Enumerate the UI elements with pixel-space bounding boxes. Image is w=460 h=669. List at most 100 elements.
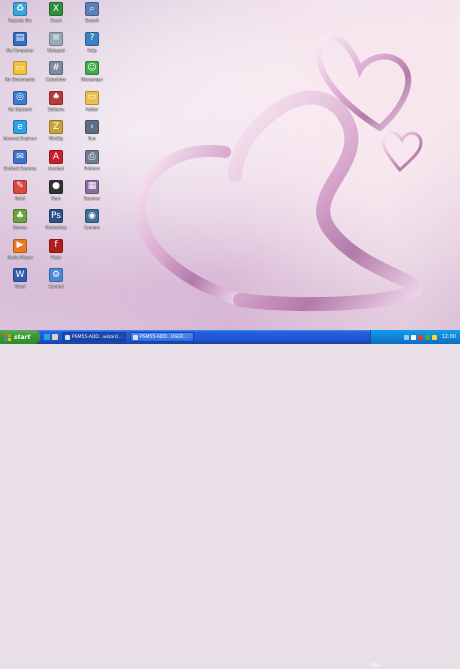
app-icon: ♻: [13, 2, 27, 16]
desktop-icon[interactable]: ✎ Paint: [0, 179, 40, 210]
desktop-icon[interactable]: ● Nero: [36, 179, 76, 210]
desktop-icon-label: Search: [85, 18, 99, 23]
desktop-icon[interactable]: ♻ Recycle Bin: [0, 2, 40, 32]
window-icon: [65, 334, 70, 340]
desktop-icon[interactable]: A Acrobat: [36, 150, 76, 180]
desktop-icon[interactable]: f Flash: [36, 238, 76, 269]
start-label: start: [14, 333, 31, 341]
desktop-icon[interactable]: ? Help: [72, 31, 112, 62]
desktop-icon[interactable]: ♣ Games: [0, 209, 40, 239]
desktop-icon-label: Word: [14, 284, 26, 290]
desktop-icon-label: Help: [87, 47, 97, 53]
app-icon: ⌕: [85, 2, 99, 16]
window-icon: [133, 334, 138, 340]
app-icon: X: [49, 2, 63, 16]
clock[interactable]: 12:00: [442, 334, 456, 340]
desktop-icon-label: Calculator: [45, 77, 67, 83]
desktop-icon-label: Folder: [85, 106, 99, 112]
desktop-icon-label: Media Player: [7, 254, 33, 260]
taskbar-window-button[interactable]: PSM55-ADD...USER...: [130, 332, 194, 342]
desktop-icon-label: WinZip: [49, 136, 63, 142]
system-tray: 12:00: [370, 330, 460, 344]
antivirus-tray-icon[interactable]: [417, 334, 423, 340]
app-icon: ?: [85, 31, 99, 46]
show-desktop-quicklaunch-icon[interactable]: [52, 334, 58, 340]
start-button[interactable]: start: [0, 330, 40, 344]
app-icon: ▭: [13, 61, 27, 76]
desktop-icon-label: Outlook Express: [3, 166, 37, 171]
desktop-icon-label: Control: [48, 284, 64, 290]
desktop-icon-label: Acrobat: [48, 166, 64, 171]
desktop-icon-label: Messenger: [81, 77, 103, 83]
desktop-icon[interactable]: ▶ Media Player: [0, 238, 40, 269]
desktop-icon[interactable]: ◉ Camera: [72, 209, 112, 239]
app-icon: ♣: [13, 209, 27, 224]
app-icon: ▦: [85, 179, 99, 194]
taskbar-window-label: PSM55-ADD...wizard...: [72, 334, 122, 340]
desktop-icon-label: Recycle Bin: [8, 18, 32, 23]
app-icon: A: [49, 150, 63, 164]
desktop-icon-label: Excel: [50, 18, 62, 23]
desktop-icon-label: Nero: [51, 195, 61, 201]
desktop-icon[interactable]: Z WinZip: [36, 120, 76, 150]
app-icon: ≡: [49, 31, 63, 46]
desktop-icon-label: Internet Explorer: [3, 136, 37, 142]
desktop-icon-label: Run: [88, 136, 96, 142]
desktop-icon[interactable]: Ps Photoshop: [36, 209, 76, 239]
messenger-tray-icon[interactable]: [424, 334, 430, 340]
app-icon: Z: [49, 120, 63, 135]
ie-quicklaunch-icon[interactable]: [44, 334, 50, 340]
app-icon: ☺: [85, 61, 99, 76]
volume-tray-icon[interactable]: [410, 334, 416, 340]
desktop-icon[interactable]: ▤ My Computer: [0, 31, 40, 62]
app-icon: ◎: [13, 90, 27, 105]
desktop-icon[interactable]: › Run: [72, 120, 112, 150]
desktop-icon-label: Photoshop: [45, 225, 67, 231]
desktop-icon-label: Scanner: [83, 195, 101, 201]
language-indicator[interactable]: EN: [372, 663, 379, 669]
desktop-icon-label: Paint: [15, 195, 25, 201]
desktop-icon[interactable]: e Internet Explorer: [0, 120, 40, 150]
app-icon: ⎙: [85, 150, 99, 164]
big-heart-left-tube: [133, 144, 246, 306]
small-heart-tube: [381, 130, 423, 172]
app-icon: ◉: [85, 209, 99, 224]
desktop-icon[interactable]: ◎ My Network: [0, 90, 40, 121]
desktop-icon[interactable]: ☺ Messenger: [72, 61, 112, 91]
quick-launch: [44, 334, 58, 340]
desktop-icon[interactable]: X Excel: [36, 2, 76, 32]
desktop-icon[interactable]: ≡ Notepad: [36, 31, 76, 62]
app-icon: ♠: [49, 90, 63, 105]
desktop-icon[interactable]: ⌕ Search: [72, 2, 112, 32]
desktop-icon[interactable]: ⚙ Control: [36, 268, 76, 298]
windows-logo-icon: [4, 333, 11, 341]
app-icon: ▭: [85, 90, 99, 105]
taskbar: start PSM55-ADD...wizard... PSM55-ADD...…: [0, 330, 460, 669]
desktop-icon[interactable]: ♠ Solitaire: [36, 90, 76, 121]
big-heart-right-tube: [228, 90, 423, 312]
desktop-icon-label: Printers: [84, 166, 100, 171]
app-icon: #: [49, 61, 63, 76]
taskbar-window-button[interactable]: PSM55-ADD...wizard...: [62, 332, 126, 342]
desktop-icon-label: Notepad: [47, 47, 65, 53]
desktop-icon[interactable]: W Word: [0, 268, 40, 298]
desktop-icon[interactable]: ▦ Scanner: [72, 179, 112, 210]
desktop-icon[interactable]: # Calculator: [36, 61, 76, 91]
desktop-icon[interactable]: ⎙ Printers: [72, 150, 112, 180]
app-icon: Ps: [49, 209, 63, 224]
desktop-icon[interactable]: ▭ My Documents: [0, 61, 40, 91]
app-icon: ✉: [13, 150, 27, 164]
desktop-icon-label: My Documents: [5, 77, 35, 83]
desktop: ♻ Recycle Bin ▤ My Computer ▭ My Documents ◎ My…: [0, 0, 460, 330]
desktop-icon-label: Flash: [50, 254, 62, 260]
app-icon: ▶: [13, 238, 27, 253]
app-icon: ›: [85, 120, 99, 135]
desktop-icon-label: My Network: [8, 106, 32, 112]
desktop-icon[interactable]: ✉ Outlook Express: [0, 150, 40, 180]
desktop-icon[interactable]: ▭ Folder: [72, 90, 112, 121]
network-tray-icon[interactable]: [403, 334, 409, 340]
desktop-icon-label: My Computer: [6, 47, 34, 53]
update-tray-icon[interactable]: [431, 334, 437, 340]
app-icon: ▤: [13, 31, 27, 46]
app-icon: ⚙: [49, 268, 63, 283]
